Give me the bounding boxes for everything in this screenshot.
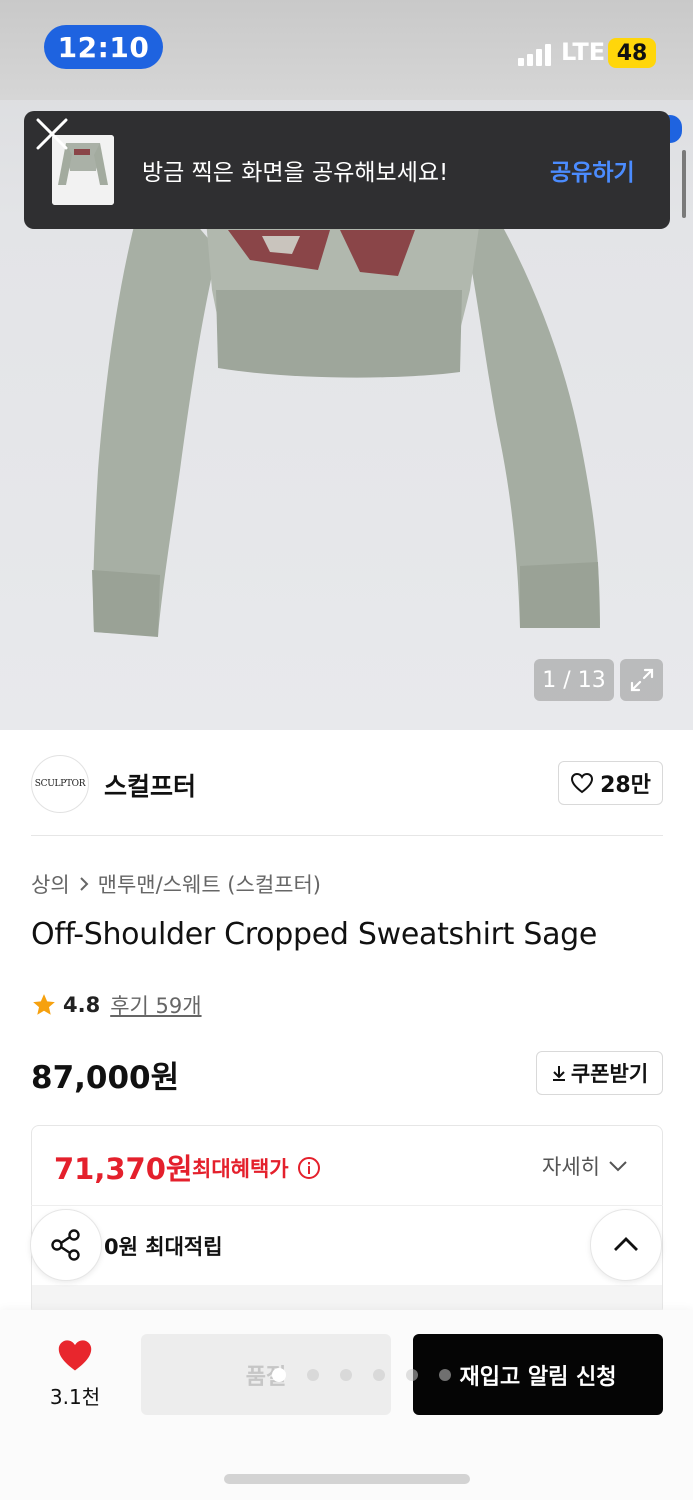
image-pager: 1 / 13 (534, 659, 614, 701)
heart-filled-icon (58, 1340, 92, 1371)
detail-label: 자세히 (542, 1155, 600, 1179)
max-benefit-text: 최대혜택가 (192, 1157, 289, 1181)
divider (31, 835, 663, 836)
scroll-top-button[interactable] (590, 1209, 662, 1281)
max-points: 0원 최대적립 (104, 1235, 223, 1259)
coupon-button[interactable]: 쿠폰받기 (536, 1051, 663, 1095)
toast-message: 방금 찍은 화면을 공유해보세요! (142, 160, 449, 186)
wishlist-button[interactable] (40, 1338, 110, 1376)
network-label: LTE (561, 38, 606, 66)
breadcrumb-category[interactable]: 상의 (31, 869, 70, 899)
heart-outline-icon (571, 772, 594, 794)
product-price: 87,000원 (31, 1060, 180, 1096)
info-icon[interactable] (297, 1156, 321, 1180)
download-icon (552, 1066, 565, 1081)
expand-icon[interactable] (620, 659, 663, 701)
share-button[interactable] (30, 1209, 102, 1281)
rating-score: 4.8 (63, 993, 101, 1017)
detail-toggle[interactable]: 자세히 (542, 1151, 628, 1181)
signal-icon (518, 44, 551, 66)
page-dot (373, 1369, 385, 1381)
battery-indicator: 48 (608, 38, 656, 68)
share-action-button[interactable]: 공유하기 (550, 153, 635, 187)
home-indicator[interactable] (224, 1474, 470, 1484)
pagination-dots (272, 1368, 451, 1382)
breadcrumb: 상의 맨투맨/스웨트 (스컬프터) (31, 869, 321, 899)
product-rating: 4.8 후기 59개 (31, 990, 202, 1020)
clock: 12:10 (44, 25, 163, 69)
scroll-indicator (682, 150, 686, 218)
reviews-link[interactable]: 후기 59개 (110, 990, 201, 1020)
chevron-up-icon (614, 1237, 638, 1251)
brand-like-button[interactable]: 28만 (558, 761, 663, 805)
chevron-down-icon (609, 1161, 627, 1172)
page-dot (272, 1368, 286, 1382)
brand-name[interactable]: 스컬프터 (104, 767, 196, 803)
brand-logo[interactable]: SCULPTOR (31, 755, 89, 813)
close-icon[interactable] (32, 114, 72, 154)
wishlist-count: 3.1천 (49, 1385, 101, 1409)
page-dot (307, 1369, 319, 1381)
page-dot (406, 1369, 418, 1381)
coupon-label: 쿠폰받기 (570, 1062, 649, 1086)
max-benefit-price: 71,370원 (54, 1152, 193, 1186)
product-image (92, 150, 600, 637)
page-dot (439, 1369, 451, 1381)
chevron-right-icon (79, 877, 89, 891)
star-icon (33, 994, 55, 1015)
share-icon (51, 1229, 80, 1261)
brand-like-count: 28만 (600, 773, 651, 798)
product-title: Off-Shoulder Cropped Sweatshirt Sage (31, 917, 598, 952)
page-dot (340, 1369, 352, 1381)
max-benefit-label: 최대혜택가 (192, 1153, 321, 1183)
benefit-divider (31, 1205, 663, 1206)
product-image-gallery[interactable] (0, 0, 693, 730)
breadcrumb-subcategory[interactable]: 맨투맨/스웨트 (스컬프터) (98, 869, 321, 899)
